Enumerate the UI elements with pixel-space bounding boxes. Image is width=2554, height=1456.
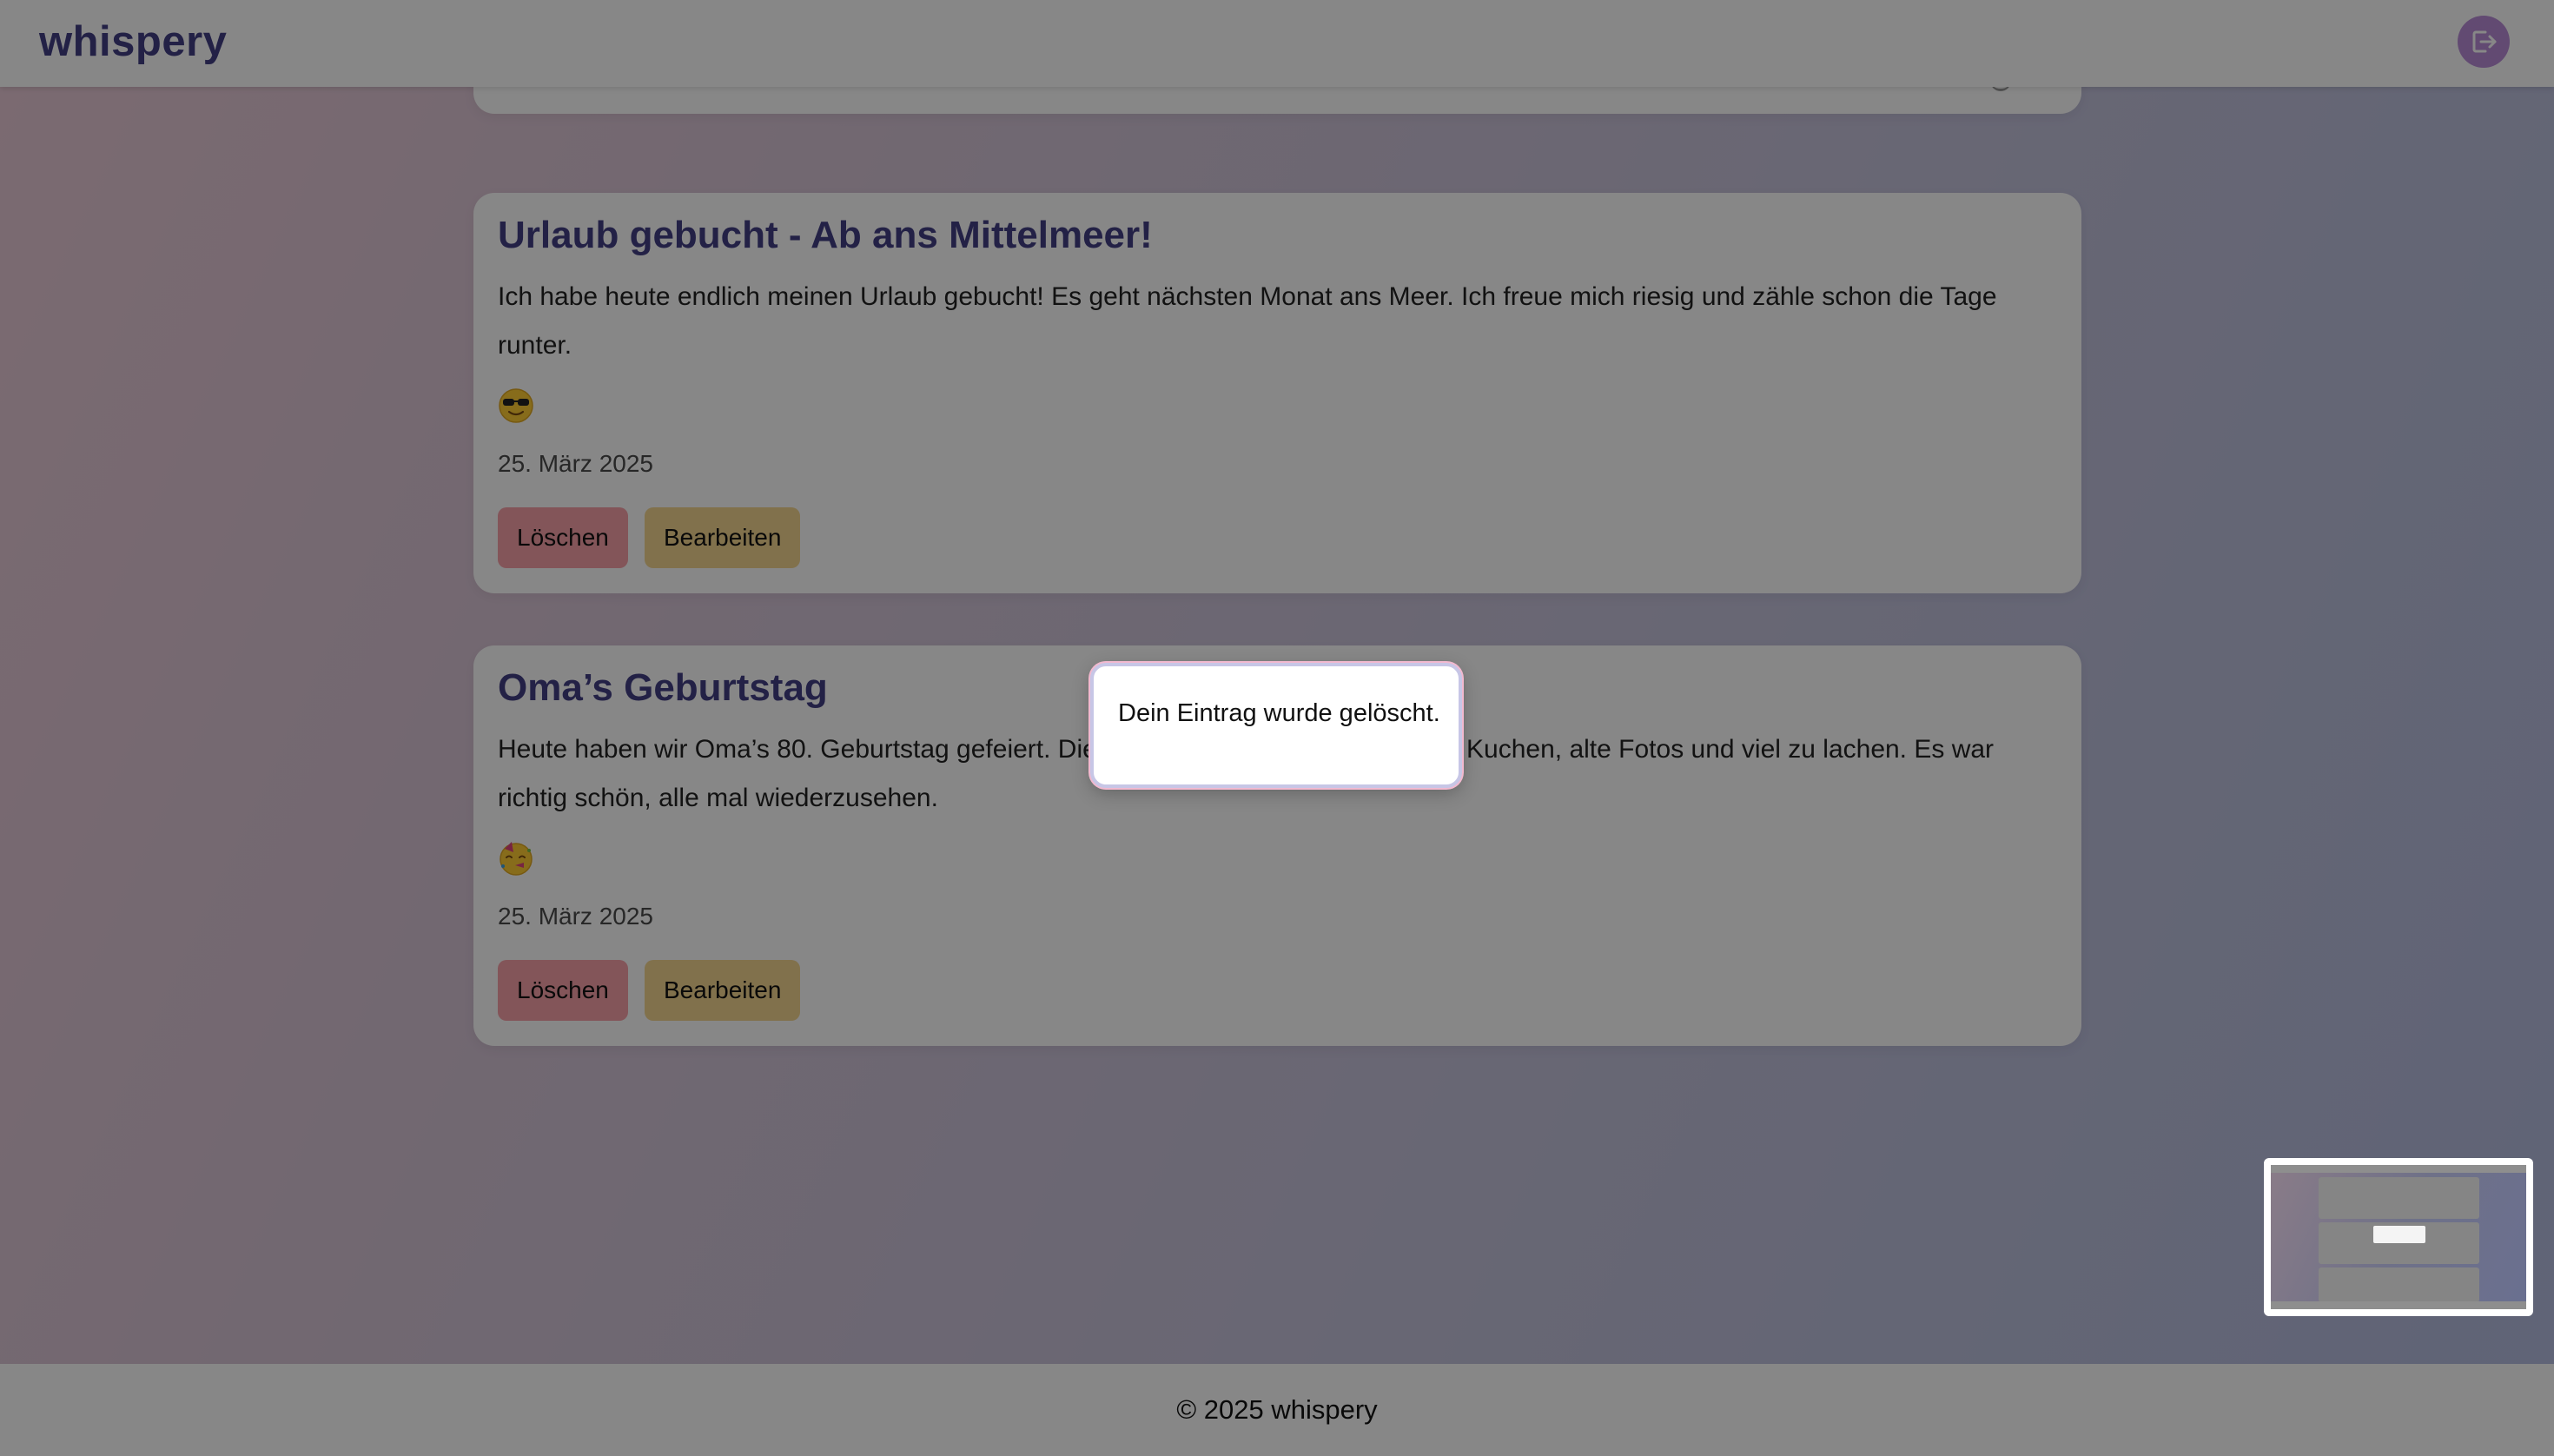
thumbnail-card (2319, 1177, 2479, 1219)
thumbnail-preview (2271, 1165, 2526, 1309)
thumbnail-card (2319, 1267, 2479, 1302)
thumbnail-toast (2373, 1226, 2425, 1243)
thumbnail-header (2271, 1165, 2526, 1173)
screenshot-thumbnail[interactable] (2264, 1158, 2533, 1316)
thumbnail-footer (2271, 1301, 2526, 1309)
toast-message: Dein Eintrag wurde gelöscht. (1118, 699, 1440, 727)
deleted-toast: Dein Eintrag wurde gelöscht. (1090, 663, 1462, 788)
